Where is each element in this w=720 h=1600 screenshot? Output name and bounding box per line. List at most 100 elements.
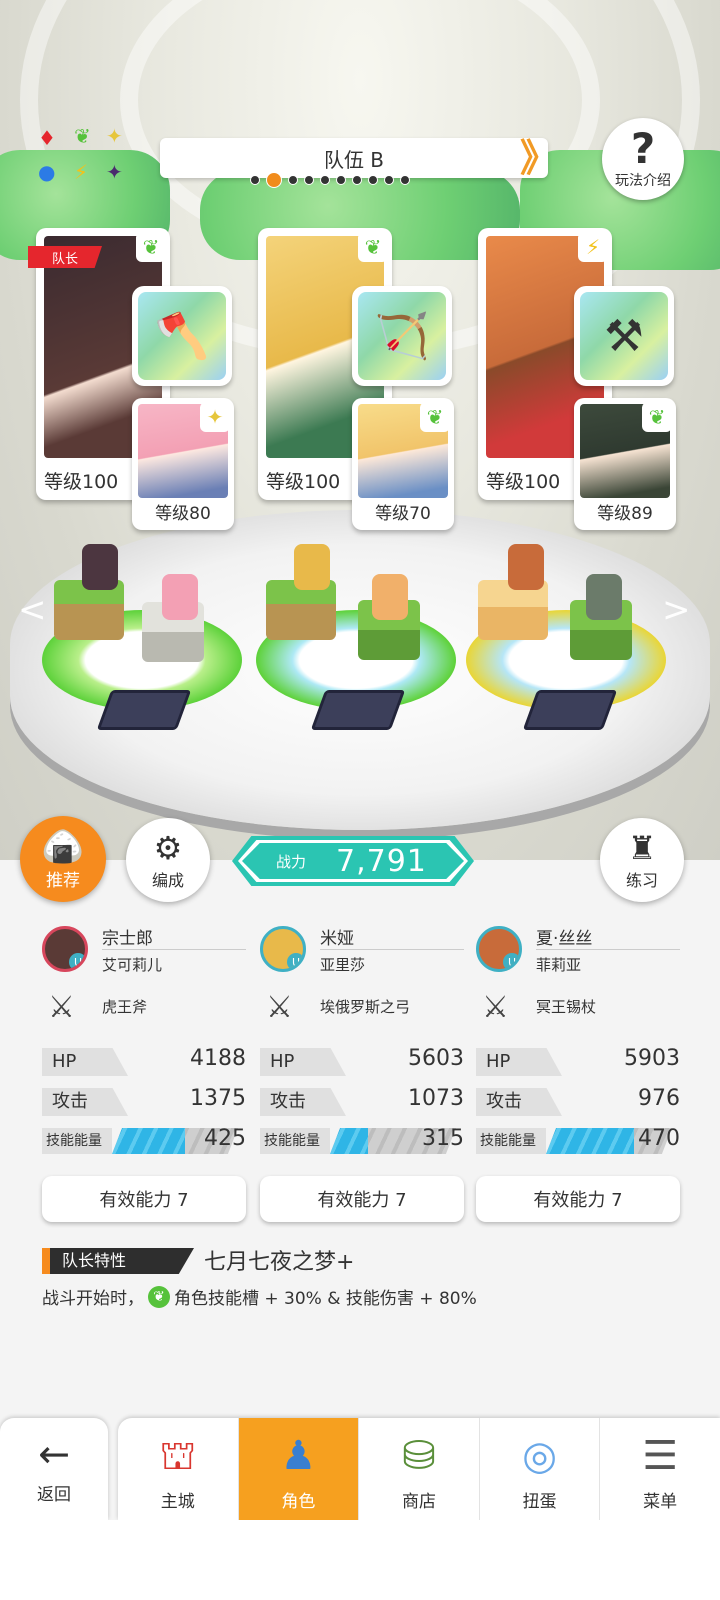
scene-right-arrow-icon[interactable]: > bbox=[662, 590, 691, 630]
hp-value: 4188 bbox=[190, 1046, 246, 1071]
weapon-name: 埃俄罗斯之弓 bbox=[320, 998, 411, 1016]
captain-tag: 队长 bbox=[28, 246, 102, 268]
atk-stat: 攻击 976 bbox=[476, 1086, 680, 1120]
help-label: 玩法介绍 bbox=[615, 173, 671, 189]
hero-avatar[interactable]: U bbox=[260, 926, 306, 972]
practice-dummy-icon: ♜ bbox=[627, 829, 657, 867]
scythe-icon: ⚒ bbox=[580, 292, 668, 380]
team-page-dot[interactable] bbox=[352, 175, 362, 185]
leaf-icon: ❦ bbox=[358, 232, 388, 262]
chibi-hero-3 bbox=[508, 544, 544, 590]
practice-label: 练习 bbox=[625, 871, 658, 890]
formation-label: 编成 bbox=[151, 871, 184, 890]
star-icon: ✦ bbox=[200, 402, 230, 432]
system-footer bbox=[0, 1520, 720, 1600]
nav-item-castle[interactable]: ⛫ 主城 bbox=[118, 1418, 239, 1520]
power-display: 战力 7,791 bbox=[232, 836, 474, 886]
sub-level: 等级80 bbox=[155, 504, 211, 524]
hero-avatar[interactable]: U bbox=[476, 926, 522, 972]
gacha-icon: ◎ bbox=[522, 1433, 558, 1479]
hero-name: 夏·丝丝 bbox=[536, 929, 593, 949]
team-next-arrow-icon[interactable]: 》 bbox=[520, 136, 558, 180]
hp-value: 5903 bbox=[624, 1046, 680, 1071]
character-icon: ♟ bbox=[280, 1433, 317, 1479]
sub-card-2[interactable]: ❦ 等级70 bbox=[352, 398, 454, 530]
energy-value: 425 bbox=[204, 1126, 246, 1151]
weapon-pad bbox=[96, 690, 192, 730]
weapon-type-icon: ⚔ bbox=[48, 990, 75, 1025]
ability-button[interactable]: 有效能力 7 bbox=[42, 1176, 246, 1222]
team-page-dot[interactable] bbox=[250, 175, 260, 185]
atk-value: 1375 bbox=[190, 1086, 246, 1111]
team-name: 队伍 B bbox=[323, 147, 385, 172]
star-icon: ✦ bbox=[106, 124, 123, 148]
weapon-type-icon: ⚔ bbox=[266, 990, 293, 1025]
leaf-icon: ❦ bbox=[74, 124, 91, 148]
back-label: 返回 bbox=[37, 1484, 71, 1505]
weapon-card-1[interactable]: 🪓 bbox=[132, 286, 232, 386]
back-arrow-icon: ← bbox=[38, 1431, 70, 1476]
nav-item-character[interactable]: ♟ 角色 bbox=[238, 1418, 360, 1520]
sub-name: 亚里莎 bbox=[320, 956, 366, 974]
team-page-dots bbox=[250, 172, 410, 188]
stats-column-1: U 宗士郎 艾可莉儿 ⚔ 虎王斧 HP 4188 攻击 1375 技能能量 42… bbox=[42, 924, 246, 1222]
help-button[interactable]: ? 玩法介绍 bbox=[602, 118, 684, 200]
hero-avatar[interactable]: U bbox=[42, 926, 88, 972]
nav-item-gacha[interactable]: ◎ 扭蛋 bbox=[480, 1418, 601, 1520]
bow-icon: 🏹 bbox=[358, 292, 446, 380]
leaf-icon: ❦ bbox=[420, 402, 450, 432]
energy-stat: 技能能量 315 bbox=[260, 1126, 464, 1156]
atk-value: 976 bbox=[638, 1086, 680, 1111]
formation-icon: ⚙ bbox=[153, 829, 183, 867]
back-button[interactable]: ← 返回 bbox=[0, 1418, 108, 1520]
sub-level: 等级70 bbox=[375, 504, 431, 524]
ability-button[interactable]: 有效能力 7 bbox=[260, 1176, 464, 1222]
team-page-dot[interactable] bbox=[288, 175, 298, 185]
ability-button[interactable]: 有效能力 7 bbox=[476, 1176, 680, 1222]
weapon-card-2[interactable]: 🏹 bbox=[352, 286, 452, 386]
shop-icon: ⛁ bbox=[402, 1433, 436, 1479]
recommend-button[interactable]: 🍙 推荐 bbox=[20, 816, 106, 902]
team-page-dot[interactable] bbox=[384, 175, 394, 185]
team-page-dot[interactable] bbox=[320, 175, 330, 185]
leader-trait-desc: 战斗开始时， ❦ 角色技能槽 + 30% & 技能伤害 + 80% bbox=[42, 1284, 477, 1309]
weapon-name: 冥王锡杖 bbox=[536, 998, 597, 1016]
team-page-dot[interactable] bbox=[266, 172, 282, 188]
hp-stat: HP 5903 bbox=[476, 1046, 680, 1080]
chibi-sub-3 bbox=[586, 574, 622, 620]
dark-star-icon: ✦ bbox=[106, 160, 123, 184]
diamond-icon: ♦ bbox=[38, 126, 56, 150]
sub-name: 艾可莉儿 bbox=[102, 956, 163, 974]
chibi-sub-2 bbox=[372, 574, 408, 620]
leaf-icon: ❦ bbox=[642, 402, 672, 432]
nav-item-shop[interactable]: ⛁ 商店 bbox=[359, 1418, 480, 1520]
leaf-icon: ❦ bbox=[148, 1285, 170, 1308]
energy-value: 470 bbox=[638, 1126, 680, 1151]
hp-value: 5603 bbox=[408, 1046, 464, 1071]
formation-button[interactable]: ⚙ 编成 bbox=[126, 818, 210, 902]
team-page-dot[interactable] bbox=[304, 175, 314, 185]
team-page-dot[interactable] bbox=[368, 175, 378, 185]
atk-stat: 攻击 1073 bbox=[260, 1086, 464, 1120]
bottom-nav: ⛫ 主城 ♟ 角色 ⛁ 商店 ◎ 扭蛋 ☰ 菜单 bbox=[118, 1418, 720, 1520]
bolt-icon: ⚡ bbox=[74, 160, 89, 184]
leaf-icon: ❦ bbox=[136, 232, 166, 262]
hp-stat: HP 4188 bbox=[42, 1046, 246, 1080]
energy-stat: 技能能量 425 bbox=[42, 1126, 246, 1156]
hero-name: 米娅 bbox=[320, 929, 354, 949]
recommend-icon: 🍙 bbox=[41, 826, 85, 867]
castle-icon: ⛫ bbox=[159, 1433, 197, 1479]
nav-item-menu[interactable]: ☰ 菜单 bbox=[600, 1418, 720, 1520]
recommend-label: 推荐 bbox=[46, 870, 80, 891]
team-page-dot[interactable] bbox=[400, 175, 410, 185]
bolt-icon: ⚡ bbox=[578, 232, 608, 262]
weapon-name: 虎王斧 bbox=[102, 998, 148, 1016]
circle-icon: ● bbox=[38, 160, 56, 184]
team-page-dot[interactable] bbox=[336, 175, 346, 185]
weapon-card-3[interactable]: ⚒ bbox=[574, 286, 674, 386]
practice-button[interactable]: ♜ 练习 bbox=[600, 818, 684, 902]
scene-left-arrow-icon[interactable]: < bbox=[18, 590, 47, 630]
sub-card-3[interactable]: ❦ 等级89 bbox=[574, 398, 676, 530]
stats-column-3: U 夏·丝丝 菲莉亚 ⚔ 冥王锡杖 HP 5903 攻击 976 技能能量 47… bbox=[476, 924, 680, 1222]
sub-card-1[interactable]: ✦ 等级80 bbox=[132, 398, 234, 530]
